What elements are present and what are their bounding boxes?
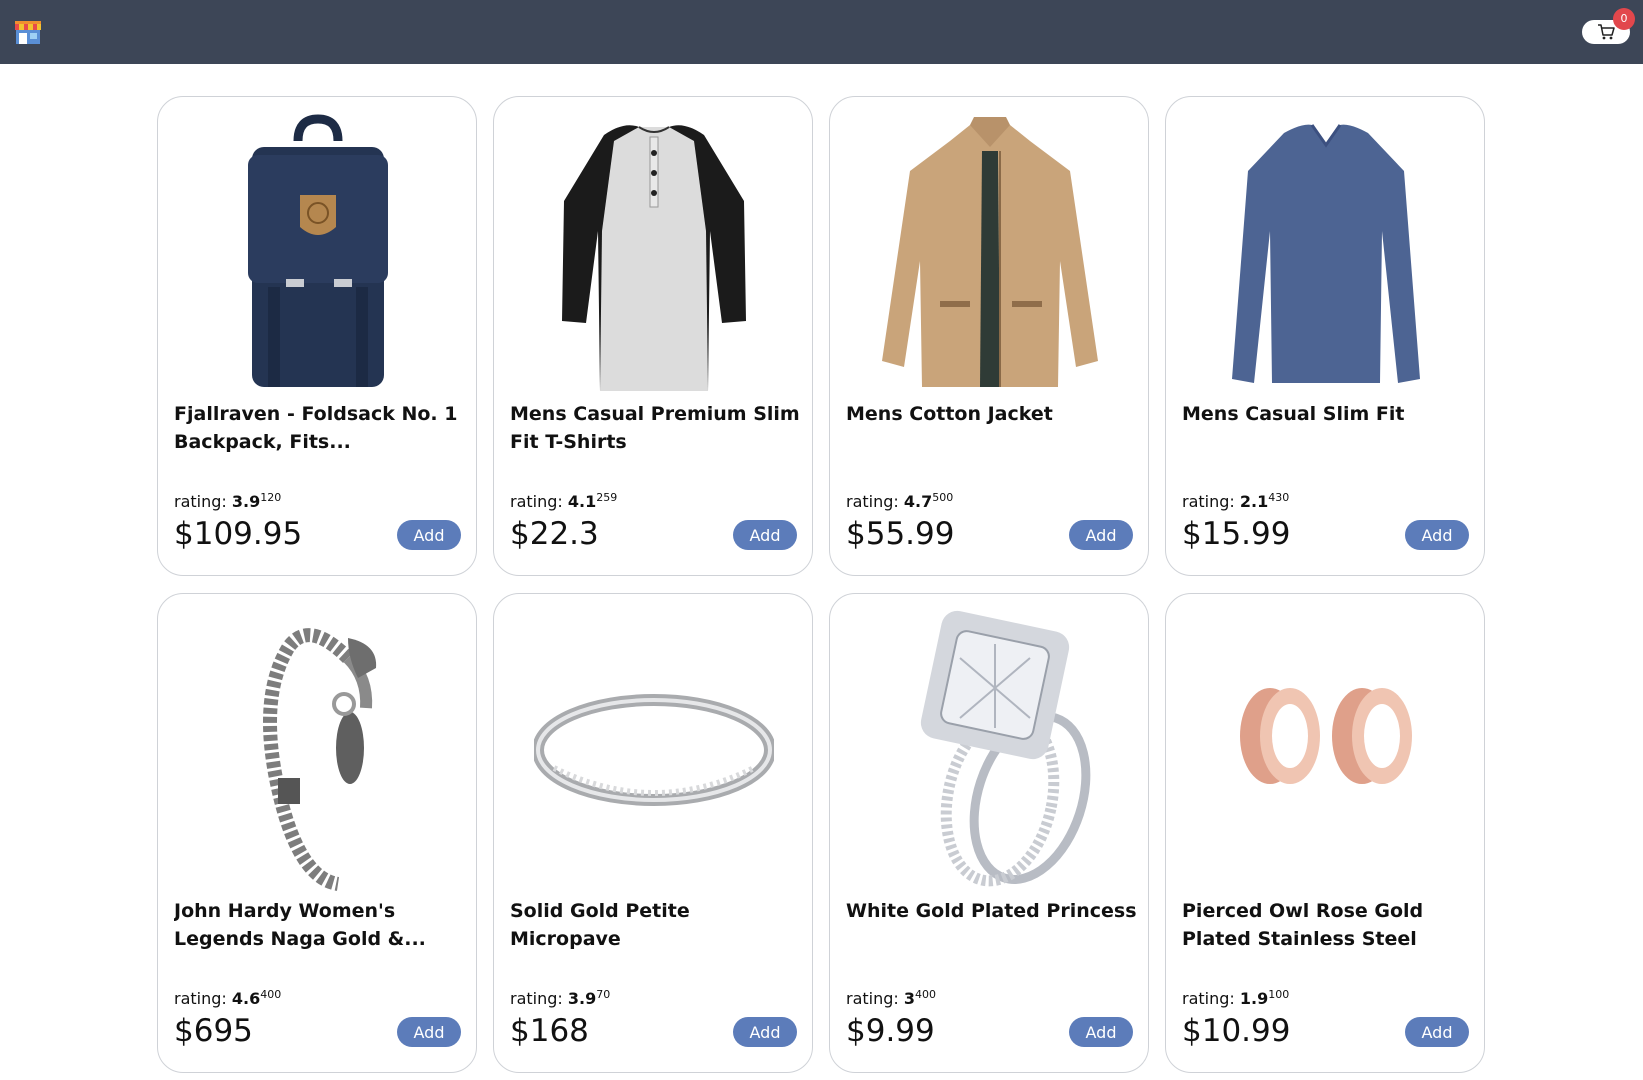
- product-price: $15.99: [1182, 516, 1291, 552]
- product-rating: rating: 1.9100: [1182, 988, 1290, 1008]
- add-to-cart-button[interactable]: Add: [397, 1017, 461, 1047]
- bracelet-image[interactable]: [198, 608, 438, 896]
- add-to-cart-button[interactable]: Add: [733, 520, 797, 550]
- tshirt-image[interactable]: [534, 111, 774, 399]
- product-rating: rating: 4.7500: [846, 491, 954, 511]
- product-title[interactable]: Solid Gold Petite Micropave: [510, 897, 802, 953]
- rating-count: 400: [260, 988, 282, 1001]
- product-price: $9.99: [846, 1013, 935, 1049]
- rating-count: 259: [596, 491, 618, 504]
- product-title[interactable]: White Gold Plated Princess: [846, 897, 1138, 953]
- product-rating: rating: 3400: [846, 988, 937, 1008]
- longsleeve-shirt-image[interactable]: [1206, 111, 1446, 399]
- product-card: Mens Cotton Jacket rating: 4.7500 $55.99…: [829, 96, 1149, 576]
- add-to-cart-button[interactable]: Add: [1405, 520, 1469, 550]
- product-rating: rating: 2.1430: [1182, 491, 1290, 511]
- diamond-ring-image[interactable]: [870, 608, 1110, 896]
- backpack-image[interactable]: [198, 111, 438, 399]
- product-card: Solid Gold Petite Micropave rating: 3.97…: [493, 593, 813, 1073]
- product-card: John Hardy Women's Legends Naga Gold &..…: [157, 593, 477, 1073]
- add-to-cart-button[interactable]: Add: [1069, 520, 1133, 550]
- product-rating: rating: 4.6400: [174, 988, 282, 1008]
- rating-count: 120: [260, 491, 282, 504]
- rating-count: 400: [915, 988, 937, 1001]
- shopping-cart-icon: [1598, 24, 1615, 40]
- product-grid: Fjallraven - Foldsack No. 1 Backpack, Fi…: [157, 96, 1485, 1073]
- product-card: Mens Casual Slim Fit rating: 2.1430 $15.…: [1165, 96, 1485, 576]
- product-price: $22.3: [510, 516, 599, 552]
- product-price: $695: [174, 1013, 253, 1049]
- product-price: $109.95: [174, 516, 303, 552]
- product-price: $55.99: [846, 516, 955, 552]
- product-rating: rating: 3.970: [510, 988, 611, 1008]
- cart-count-badge: 0: [1613, 8, 1635, 30]
- ring-image[interactable]: [532, 608, 776, 896]
- product-title[interactable]: Mens Cotton Jacket: [846, 400, 1138, 456]
- product-card: Fjallraven - Foldsack No. 1 Backpack, Fi…: [157, 96, 477, 576]
- product-price: $168: [510, 1013, 589, 1049]
- top-navbar: 0: [0, 0, 1643, 64]
- product-rating: rating: 4.1259: [510, 491, 618, 511]
- product-title[interactable]: Mens Casual Premium Slim Fit T-Shirts: [510, 400, 802, 456]
- ear-plugs-image[interactable]: [1206, 608, 1446, 896]
- product-title[interactable]: Fjallraven - Foldsack No. 1 Backpack, Fi…: [174, 400, 466, 456]
- storefront-icon[interactable]: [14, 19, 42, 45]
- rating-count: 70: [596, 988, 611, 1001]
- add-to-cart-button[interactable]: Add: [733, 1017, 797, 1047]
- product-price: $10.99: [1182, 1013, 1291, 1049]
- product-title[interactable]: Mens Casual Slim Fit: [1182, 400, 1474, 456]
- rating-count: 100: [1268, 988, 1290, 1001]
- product-rating: rating: 3.9120: [174, 491, 282, 511]
- product-title[interactable]: John Hardy Women's Legends Naga Gold &..…: [174, 897, 466, 953]
- rating-count: 430: [1268, 491, 1290, 504]
- rating-count: 500: [932, 491, 954, 504]
- jacket-image[interactable]: [870, 111, 1110, 399]
- add-to-cart-button[interactable]: Add: [1405, 1017, 1469, 1047]
- product-card: Mens Casual Premium Slim Fit T-Shirts ra…: [493, 96, 813, 576]
- add-to-cart-button[interactable]: Add: [397, 520, 461, 550]
- product-title[interactable]: Pierced Owl Rose Gold Plated Stainless S…: [1182, 897, 1474, 953]
- product-card: White Gold Plated Princess rating: 3400 …: [829, 593, 1149, 1073]
- add-to-cart-button[interactable]: Add: [1069, 1017, 1133, 1047]
- product-card: Pierced Owl Rose Gold Plated Stainless S…: [1165, 593, 1485, 1073]
